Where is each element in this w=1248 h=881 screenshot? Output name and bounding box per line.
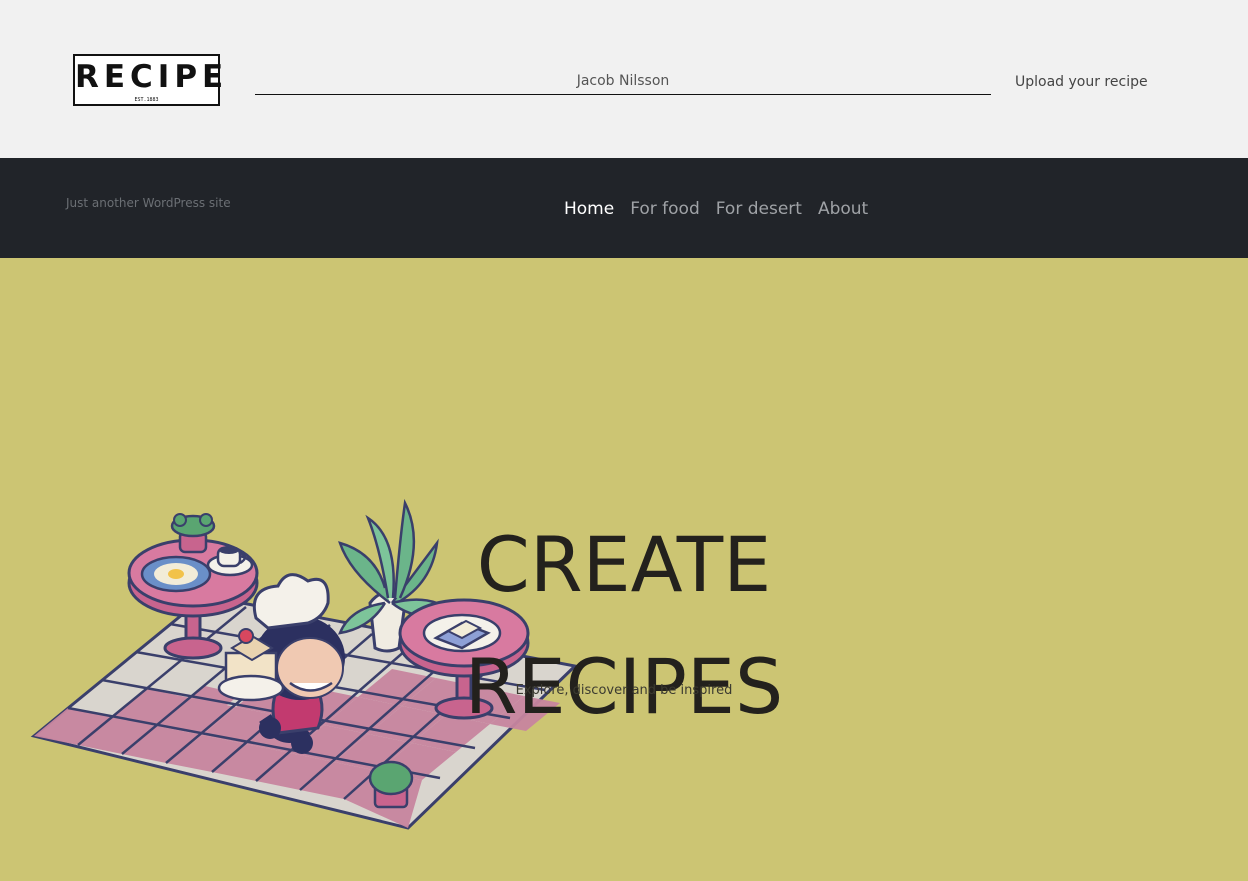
nav-item-for-food[interactable]: For food bbox=[630, 198, 700, 220]
hero-subtitle: Explore, discover and be inspired bbox=[515, 683, 733, 698]
site-logo[interactable]: RECIPE EST.1883 bbox=[73, 54, 229, 106]
nav-item-home[interactable]: Home bbox=[564, 198, 614, 220]
site-tagline: Just another WordPress site bbox=[66, 196, 231, 210]
author-name[interactable]: Jacob Nilsson bbox=[255, 66, 991, 95]
nav-item-for-desert[interactable]: For desert bbox=[716, 198, 802, 220]
nav-menu: Home For food For desert About bbox=[564, 198, 868, 220]
logo-text: RECIPE bbox=[75, 59, 229, 95]
nav-item-about[interactable]: About bbox=[818, 198, 868, 220]
hero-section: CREATE RECIPES Explore, discover and be … bbox=[0, 258, 1248, 881]
logo-subtext: EST.1883 bbox=[134, 97, 159, 103]
hero-title-line1: CREATE bbox=[476, 519, 772, 609]
main-navbar: Just another WordPress site Home For foo… bbox=[0, 158, 1248, 258]
hero-title: CREATE RECIPES bbox=[0, 504, 1248, 748]
small-cactus bbox=[368, 760, 414, 809]
upload-recipe-link[interactable]: Upload your recipe bbox=[1015, 72, 1148, 92]
site-header: RECIPE EST.1883 Jacob Nilsson Upload you… bbox=[0, 0, 1248, 158]
